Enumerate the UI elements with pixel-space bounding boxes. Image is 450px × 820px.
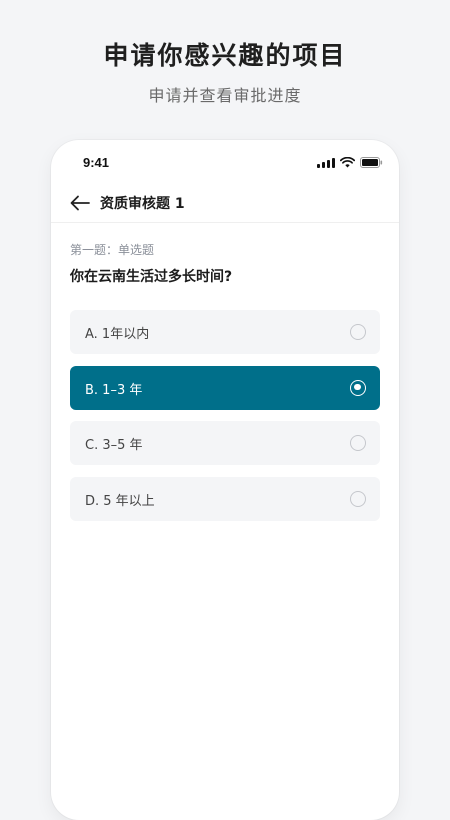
status-bar: 9:41: [51, 140, 399, 184]
status-time: 9:41: [83, 155, 110, 170]
question-text: 你在云南生活过多长时间?: [70, 269, 233, 285]
radio-checked-icon[interactable]: [350, 379, 366, 396]
radio-unchecked-icon[interactable]: [350, 490, 366, 507]
nav-bar: 资质审核题 1: [51, 184, 399, 223]
arrow-left-icon: [70, 195, 90, 211]
option-label: D. 5 年以上: [85, 493, 155, 509]
option-a[interactable]: A. 1年以内: [70, 310, 380, 354]
question-type-label: 第一题：单选题: [70, 243, 155, 257]
radio-unchecked-icon[interactable]: [350, 324, 366, 340]
promo-title: 申请你感兴趣的项目: [103, 41, 347, 70]
signal-icon: [317, 157, 335, 168]
radio-unchecked-icon[interactable]: [350, 435, 366, 451]
option-label: C. 3–5 年: [85, 438, 143, 453]
phone-frame: 9:41 资质审核题 1 第一题：单选题 你在云南生活过多长时间? A. 1年以…: [51, 140, 399, 820]
option-label: B. 1–3 年: [85, 382, 143, 398]
status-icons: [317, 154, 383, 168]
back-button[interactable]: [67, 190, 93, 216]
option-d[interactable]: D. 5 年以上: [70, 476, 380, 521]
page-title: 资质审核题 1: [100, 196, 185, 212]
option-c[interactable]: C. 3–5 年: [70, 421, 380, 465]
option-b[interactable]: B. 1–3 年: [70, 365, 380, 410]
option-label: A. 1年以内: [85, 327, 150, 342]
battery-icon: [360, 157, 383, 168]
promo-subtitle: 申请并查看审批进度: [148, 86, 302, 105]
options-list: A. 1年以内 B. 1–3 年 C. 3–5 年 D. 5 年以上: [70, 310, 380, 532]
wifi-icon: [340, 157, 355, 168]
